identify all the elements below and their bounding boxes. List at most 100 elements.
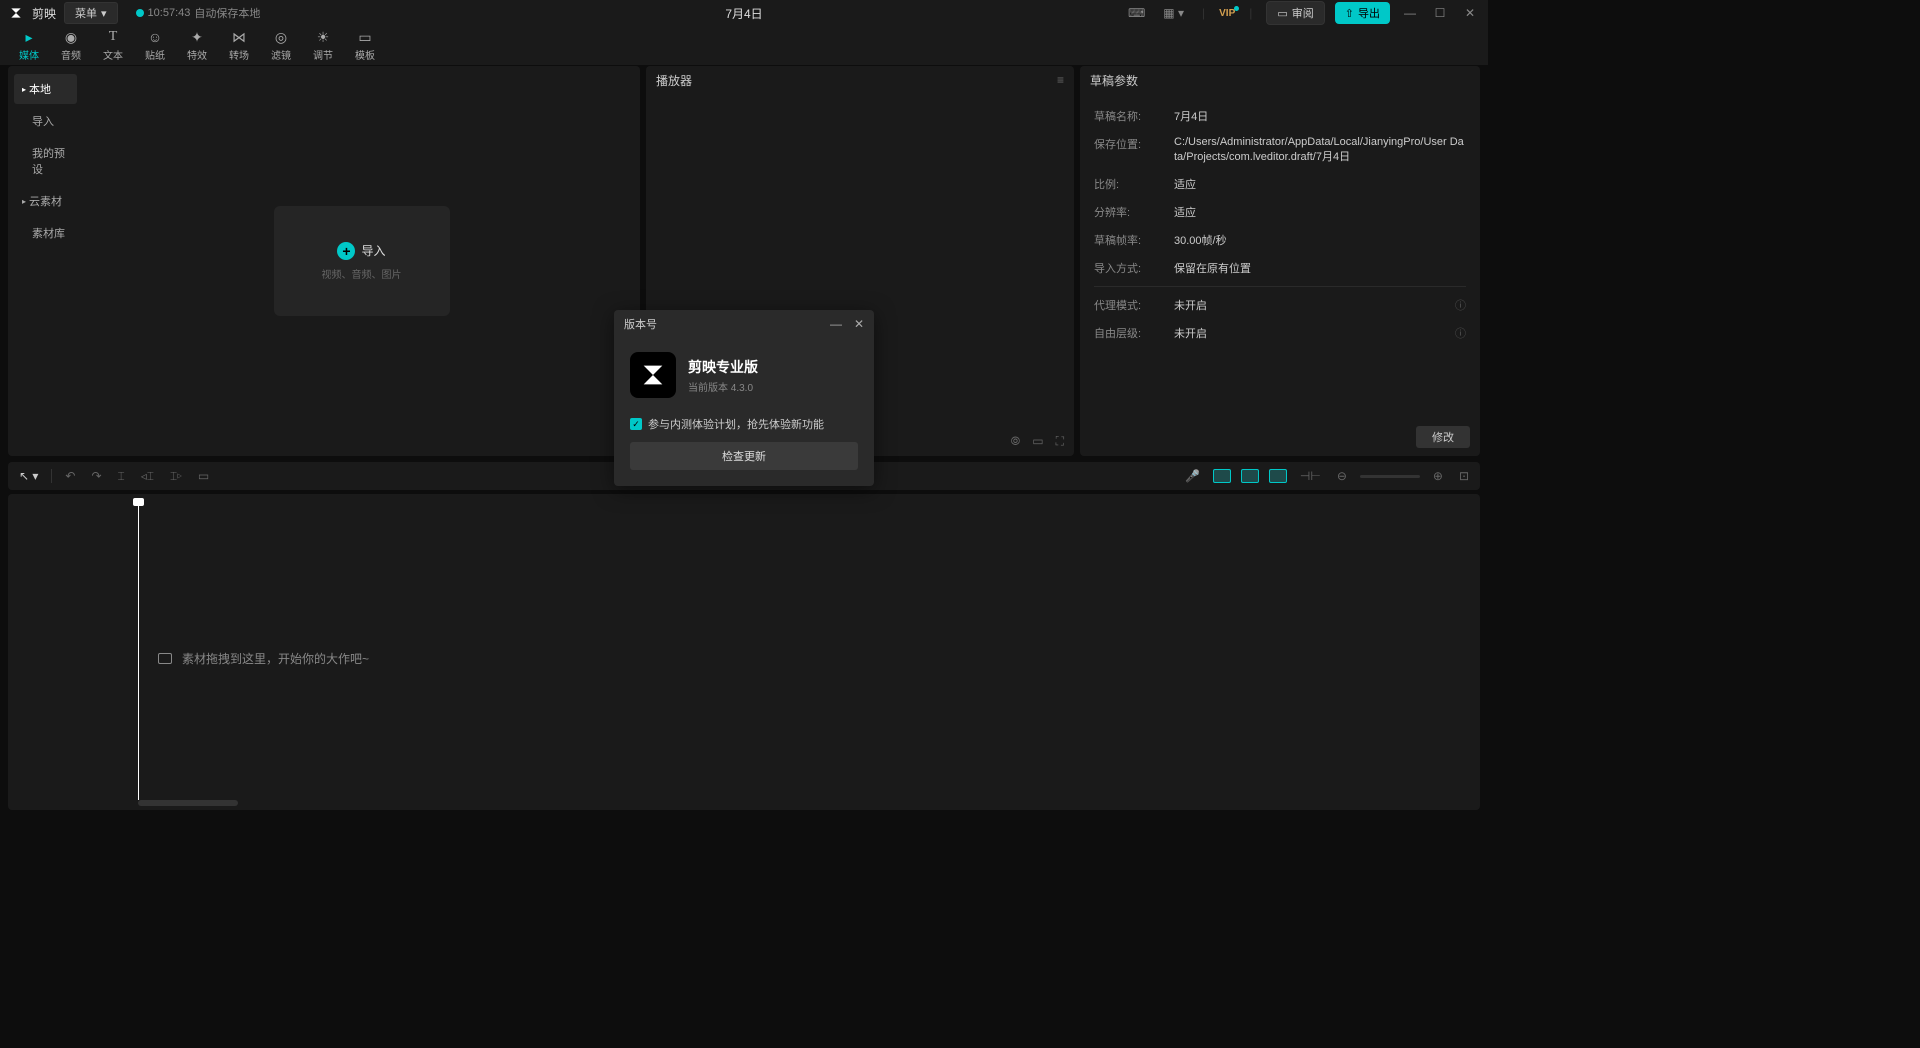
sidebar-item-label: 导入 — [32, 113, 54, 129]
sidebar-item-presets[interactable]: 我的预设 — [14, 138, 77, 184]
export-button[interactable]: ⇧ 导出 — [1335, 2, 1390, 24]
cursor-tool[interactable]: ↖ ▾ — [16, 466, 41, 486]
tool-button[interactable]: ◃⌶ — [138, 466, 157, 487]
autosave-dot-icon — [136, 9, 144, 17]
vip-text: VIP — [1219, 8, 1235, 19]
tab-template[interactable]: ▭模板 — [344, 26, 386, 65]
minimize-button[interactable]: — — [1400, 3, 1420, 23]
mic-icon[interactable]: 🎤 — [1182, 466, 1203, 486]
param-label: 草稿帧率: — [1094, 232, 1174, 248]
info-icon[interactable]: ⓘ — [1455, 325, 1466, 341]
maximize-button[interactable]: ☐ — [1430, 3, 1450, 23]
tab-sticker[interactable]: ☺贴纸 — [134, 26, 176, 65]
import-subtitle: 视频、音频、图片 — [322, 266, 402, 281]
menu-label: 菜单 — [75, 5, 97, 21]
import-dropzone[interactable]: + 导入 视频、音频、图片 — [274, 206, 450, 316]
sidebar-item-label: 我的预设 — [32, 145, 69, 177]
tool-button[interactable]: ⌶▹ — [167, 466, 185, 487]
tab-label: 转场 — [229, 47, 249, 62]
divider: | — [1245, 4, 1256, 22]
delete-button[interactable]: ▭ — [195, 466, 212, 486]
autosave-status: 10:57:43 自动保存本地 — [136, 5, 261, 21]
autosave-text: 自动保存本地 — [194, 5, 260, 21]
param-row-proxy: 代理模式:未开启ⓘ — [1094, 291, 1466, 319]
undo-button[interactable]: ↶ — [62, 466, 78, 486]
zoom-in-icon[interactable]: ⊕ — [1430, 466, 1446, 486]
param-row-name: 草稿名称:7月4日 — [1094, 102, 1466, 130]
sidebar-item-library[interactable]: 素材库 — [14, 218, 77, 248]
magnet-icon[interactable]: ⊣⊢ — [1297, 466, 1324, 486]
version-dialog: 版本号 — ✕ 剪映专业版 当前版本 4.3.0 ✓ 参与内测体验计划，抢先体验… — [614, 310, 874, 486]
tab-media[interactable]: ▸媒体 — [8, 26, 50, 65]
draft-params-panel: 草稿参数 草稿名称:7月4日 保存位置:C:/Users/Administrat… — [1080, 66, 1480, 456]
redo-button[interactable]: ↷ — [88, 466, 104, 486]
sidebar-item-cloud[interactable]: ▸云素材 — [14, 186, 77, 216]
split-button[interactable]: ⌶ — [115, 466, 128, 487]
sidebar-item-import[interactable]: 导入 — [14, 106, 77, 136]
menu-icon[interactable]: ≡ — [1057, 73, 1064, 87]
param-value: 适应 — [1174, 204, 1466, 220]
menu-button[interactable]: 菜单 ▾ — [64, 2, 118, 24]
tab-effects[interactable]: ✦特效 — [176, 26, 218, 65]
divider — [1094, 286, 1466, 287]
keyboard-icon[interactable]: ⌨ — [1124, 4, 1149, 22]
document-title: 7月4日 — [725, 5, 762, 22]
sidebar-item-local[interactable]: ▸本地 — [14, 74, 77, 104]
param-label: 导入方式: — [1094, 260, 1174, 276]
app-version: 当前版本 4.3.0 — [688, 379, 758, 394]
tab-audio[interactable]: ◉音频 — [50, 26, 92, 65]
layout-icon[interactable]: ▦ ▾ — [1159, 4, 1188, 22]
param-label: 代理模式: — [1094, 297, 1174, 313]
param-row-path: 保存位置:C:/Users/Administrator/AppData/Loca… — [1094, 130, 1466, 170]
playhead[interactable] — [138, 500, 139, 800]
close-button[interactable]: ✕ — [1460, 3, 1480, 23]
check-update-label: 检查更新 — [722, 451, 766, 463]
param-label: 草稿名称: — [1094, 108, 1174, 124]
vip-dot-icon — [1234, 6, 1239, 11]
info-icon[interactable]: ⓘ — [1455, 297, 1466, 313]
app-icon — [630, 352, 676, 398]
param-row-import: 导入方式:保留在原有位置 — [1094, 254, 1466, 282]
tab-transition[interactable]: ⋈转场 — [218, 26, 260, 65]
close-icon[interactable]: ✕ — [854, 317, 864, 331]
scrollbar[interactable] — [138, 800, 238, 806]
tab-label: 文本 — [103, 47, 123, 62]
zoom-slider[interactable] — [1360, 475, 1420, 478]
fullscreen-icon[interactable]: ⛶ — [1056, 434, 1064, 449]
fit-icon[interactable]: ⊡ — [1456, 466, 1472, 486]
beta-checkbox-row[interactable]: ✓ 参与内测体验计划，抢先体验新功能 — [630, 416, 858, 432]
check-update-button[interactable]: 检查更新 — [630, 442, 858, 470]
caret-icon: ▸ — [22, 197, 26, 206]
tab-text[interactable]: T 文本 — [92, 26, 134, 65]
timeline[interactable]: 素材拖拽到这里，开始你的大作吧~ — [8, 494, 1480, 810]
app-title: 剪映专业版 — [688, 357, 758, 377]
param-row-fps: 草稿帧率:30.00帧/秒 — [1094, 226, 1466, 254]
checkbox-icon[interactable]: ✓ — [630, 418, 642, 430]
vip-badge[interactable]: VIP — [1219, 8, 1235, 19]
param-value: 30.00帧/秒 — [1174, 232, 1466, 248]
ratio-icon[interactable]: ▭ — [1032, 434, 1043, 448]
minimize-icon[interactable]: — — [830, 317, 842, 331]
divider: | — [1198, 4, 1209, 22]
tab-adjust[interactable]: ☀调节 — [302, 26, 344, 65]
media-icon: ▸ — [25, 29, 32, 45]
app-logo-icon — [8, 5, 24, 21]
param-value: 未开启 — [1174, 325, 1455, 341]
caret-icon: ▸ — [22, 85, 26, 94]
media-panel: ▸本地 导入 我的预设 ▸云素材 素材库 + 导入 视频、音频、图片 — [8, 66, 640, 456]
zoom-button[interactable] — [1213, 469, 1231, 483]
tab-filter[interactable]: ◎滤镜 — [260, 26, 302, 65]
zoom-button[interactable] — [1241, 469, 1259, 483]
review-button[interactable]: ▭ 审阅 — [1266, 1, 1324, 25]
export-icon: ⇧ — [1345, 7, 1354, 20]
review-icon: ▭ — [1277, 7, 1287, 20]
zoom-button[interactable] — [1269, 469, 1287, 483]
modify-button[interactable]: 修改 — [1416, 426, 1470, 448]
zoom-out-icon[interactable]: ⊖ — [1334, 466, 1350, 486]
tab-label: 调节 — [313, 47, 333, 62]
media-content: + 导入 视频、音频、图片 — [83, 66, 640, 456]
chevron-down-icon: ▾ — [101, 7, 107, 20]
focus-icon[interactable]: ⦾ — [1011, 434, 1021, 449]
plus-icon: + — [337, 242, 355, 260]
text-icon: T — [109, 29, 118, 45]
